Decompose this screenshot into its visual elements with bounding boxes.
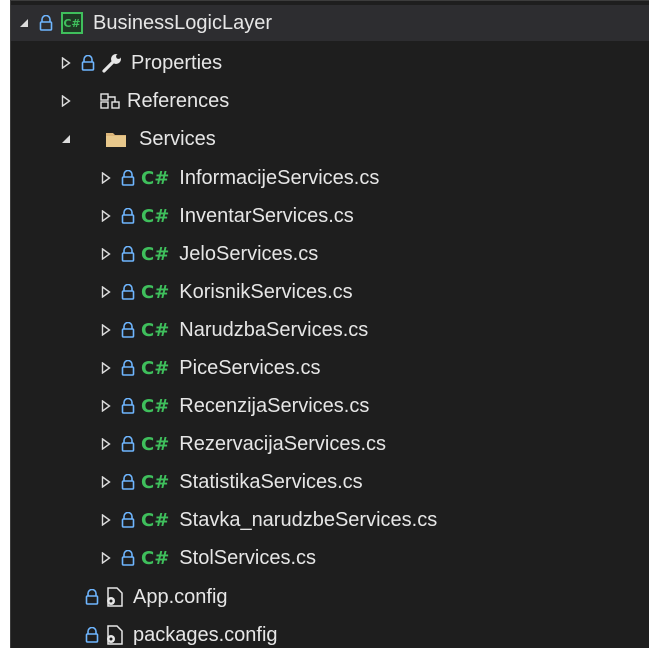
csharp-file-icon: C# bbox=[141, 167, 170, 189]
csharp-file-icon: C# bbox=[141, 357, 170, 379]
expand-arrow-icon[interactable] bbox=[59, 53, 73, 73]
packages-config-label: packages.config bbox=[133, 623, 278, 646]
collapse-arrow-icon[interactable] bbox=[59, 129, 73, 149]
list-item[interactable]: C# RezervacijaServices.cs bbox=[11, 426, 649, 462]
config-file-icon bbox=[103, 624, 125, 646]
list-item[interactable]: C# StatistikaServices.cs bbox=[11, 464, 649, 500]
solution-explorer-panel: C# BusinessLogicLayer Properties Referen… bbox=[10, 0, 649, 648]
file-name: PiceServices.cs bbox=[179, 356, 321, 379]
csharp-project-icon: C# bbox=[61, 12, 83, 34]
references-label: References bbox=[127, 89, 230, 112]
list-item[interactable]: C# Stavka_narudzbeServices.cs bbox=[11, 502, 649, 538]
lock-icon bbox=[119, 244, 137, 264]
project-row[interactable]: C# BusinessLogicLayer bbox=[11, 5, 649, 41]
lock-icon bbox=[119, 206, 137, 226]
csharp-file-icon: C# bbox=[141, 205, 170, 227]
expand-arrow-icon[interactable] bbox=[99, 396, 113, 416]
lock-icon bbox=[119, 472, 137, 492]
lock-icon bbox=[83, 625, 101, 645]
expand-arrow-icon[interactable] bbox=[99, 206, 113, 226]
file-name: RecenzijaServices.cs bbox=[179, 394, 370, 417]
file-name: Stavka_narudzbeServices.cs bbox=[179, 508, 438, 531]
lock-icon bbox=[119, 320, 137, 340]
references-row[interactable]: References bbox=[11, 83, 649, 119]
csharp-file-icon: C# bbox=[141, 395, 170, 417]
wrench-icon bbox=[101, 52, 123, 74]
file-name: StatistikaServices.cs bbox=[179, 470, 363, 493]
lock-icon bbox=[119, 396, 137, 416]
list-item[interactable]: C# PiceServices.cs bbox=[11, 350, 649, 386]
csharp-file-icon: C# bbox=[141, 243, 170, 265]
file-name: KorisnikServices.cs bbox=[179, 280, 353, 303]
lock-icon bbox=[83, 587, 101, 607]
list-item[interactable]: C# StolServices.cs bbox=[11, 540, 649, 576]
expand-arrow-icon[interactable] bbox=[99, 548, 113, 568]
file-name: NarudzbaServices.cs bbox=[179, 318, 369, 341]
file-name: InformacijeServices.cs bbox=[179, 166, 380, 189]
list-item[interactable]: C# InventarServices.cs bbox=[11, 198, 649, 234]
expand-arrow-icon[interactable] bbox=[99, 282, 113, 302]
lock-icon bbox=[119, 168, 137, 188]
expand-arrow-icon[interactable] bbox=[99, 244, 113, 264]
csharp-file-icon: C# bbox=[141, 471, 170, 493]
app-config-row[interactable]: App.config bbox=[11, 579, 649, 615]
references-icon bbox=[99, 91, 121, 111]
lock-icon bbox=[119, 548, 137, 568]
csharp-file-icon: C# bbox=[141, 509, 170, 531]
list-item[interactable]: C# InformacijeServices.cs bbox=[11, 160, 649, 196]
lock-icon bbox=[119, 434, 137, 454]
csharp-file-icon: C# bbox=[141, 319, 170, 341]
expand-arrow-icon[interactable] bbox=[99, 358, 113, 378]
expand-arrow-icon[interactable] bbox=[99, 168, 113, 188]
services-folder-row[interactable]: Services bbox=[11, 121, 649, 157]
file-name: StolServices.cs bbox=[179, 546, 317, 569]
folder-icon bbox=[105, 130, 127, 148]
csharp-file-icon: C# bbox=[141, 433, 170, 455]
properties-label: Properties bbox=[131, 51, 223, 74]
expand-arrow-icon[interactable] bbox=[59, 91, 73, 111]
csharp-file-icon: C# bbox=[141, 547, 170, 569]
collapse-arrow-icon[interactable] bbox=[17, 13, 31, 33]
expand-arrow-icon[interactable] bbox=[99, 510, 113, 530]
list-item[interactable]: C# NarudzbaServices.cs bbox=[11, 312, 649, 348]
lock-icon bbox=[119, 282, 137, 302]
list-item[interactable]: C# KorisnikServices.cs bbox=[11, 274, 649, 310]
lock-icon bbox=[37, 13, 55, 33]
properties-row[interactable]: Properties bbox=[11, 45, 649, 81]
project-name: BusinessLogicLayer bbox=[93, 11, 272, 34]
file-name: JeloServices.cs bbox=[179, 242, 319, 265]
expand-arrow-icon[interactable] bbox=[99, 472, 113, 492]
services-folder-label: Services bbox=[139, 127, 216, 150]
config-file-icon bbox=[103, 586, 125, 608]
lock-icon bbox=[119, 510, 137, 530]
list-item[interactable]: C# RecenzijaServices.cs bbox=[11, 388, 649, 424]
list-item[interactable]: C# JeloServices.cs bbox=[11, 236, 649, 272]
file-name: InventarServices.cs bbox=[179, 204, 354, 227]
expand-arrow-icon[interactable] bbox=[99, 320, 113, 340]
lock-icon bbox=[79, 53, 97, 73]
lock-icon bbox=[119, 358, 137, 378]
expand-arrow-icon[interactable] bbox=[99, 434, 113, 454]
file-name: RezervacijaServices.cs bbox=[179, 432, 387, 455]
app-config-label: App.config bbox=[133, 585, 228, 608]
csharp-file-icon: C# bbox=[141, 281, 170, 303]
